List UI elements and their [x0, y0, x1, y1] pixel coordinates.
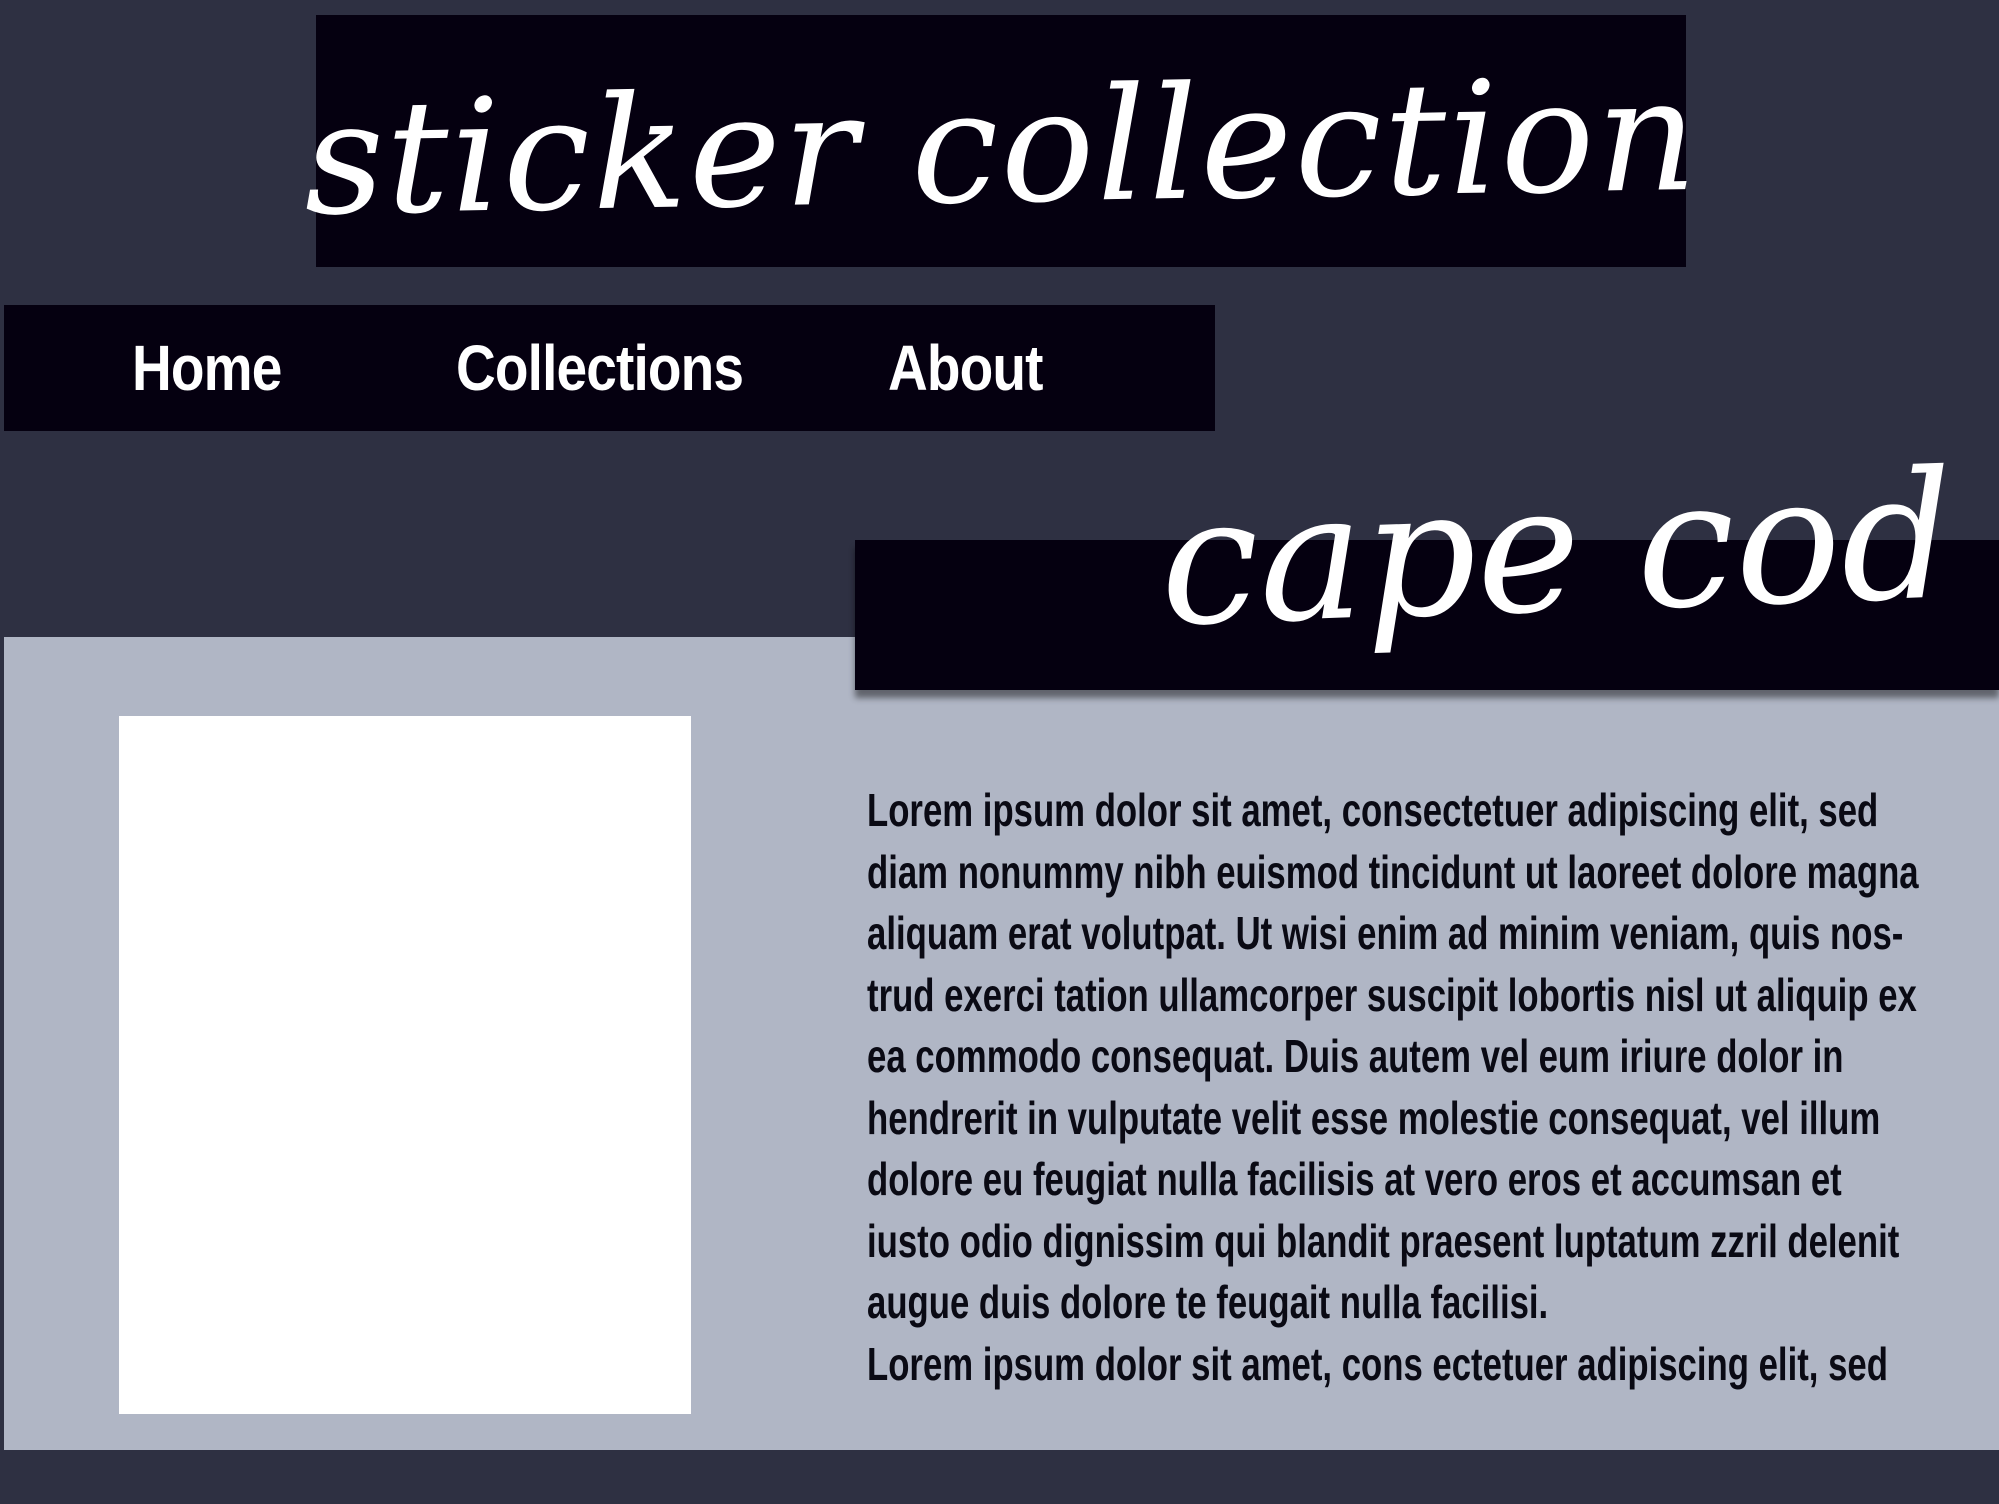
body-line: hendrerit in vulputate velit esse molest…	[867, 1091, 1881, 1144]
page: sticker collection Home Collections Abou…	[0, 0, 1999, 1504]
body-line: trud exerci tation ullamcorper suscipit …	[867, 968, 1917, 1021]
body-line: dolore eu feugiat nulla facilisis at ver…	[867, 1153, 1842, 1205]
nav-item-home[interactable]: Home	[132, 305, 282, 431]
nav-item-collections[interactable]: Collections	[456, 305, 744, 431]
section-body-text: Lorem ipsum dolor sit amet, consectetuer…	[867, 780, 1919, 1395]
nav-bar: Home Collections About	[4, 305, 1215, 431]
body-line: Lorem ipsum dolor sit amet, consectetuer…	[867, 784, 1879, 836]
body-line: iusto odio dignissim qui blandit praesen…	[867, 1214, 1900, 1267]
body-line: ea commodo consequat. Duis autem vel eum…	[867, 1030, 1844, 1082]
section-title: cape cod	[1156, 433, 1957, 666]
body-line: aliquam erat volutpat. Ut wisi enim ad m…	[867, 907, 1904, 959]
nav-item-about[interactable]: About	[888, 305, 1043, 431]
body-line: diam nonummy nibh euismod tincidunt ut l…	[867, 845, 1919, 898]
body-line: augue duis dolore te feugait nulla facil…	[867, 1276, 1549, 1328]
site-title: sticker collection	[302, 43, 1700, 251]
body-line: Lorem ipsum dolor sit amet, cons ectetue…	[867, 1337, 1888, 1390]
sticker-image-placeholder	[119, 716, 691, 1414]
title-banner: sticker collection	[302, 15, 1700, 267]
